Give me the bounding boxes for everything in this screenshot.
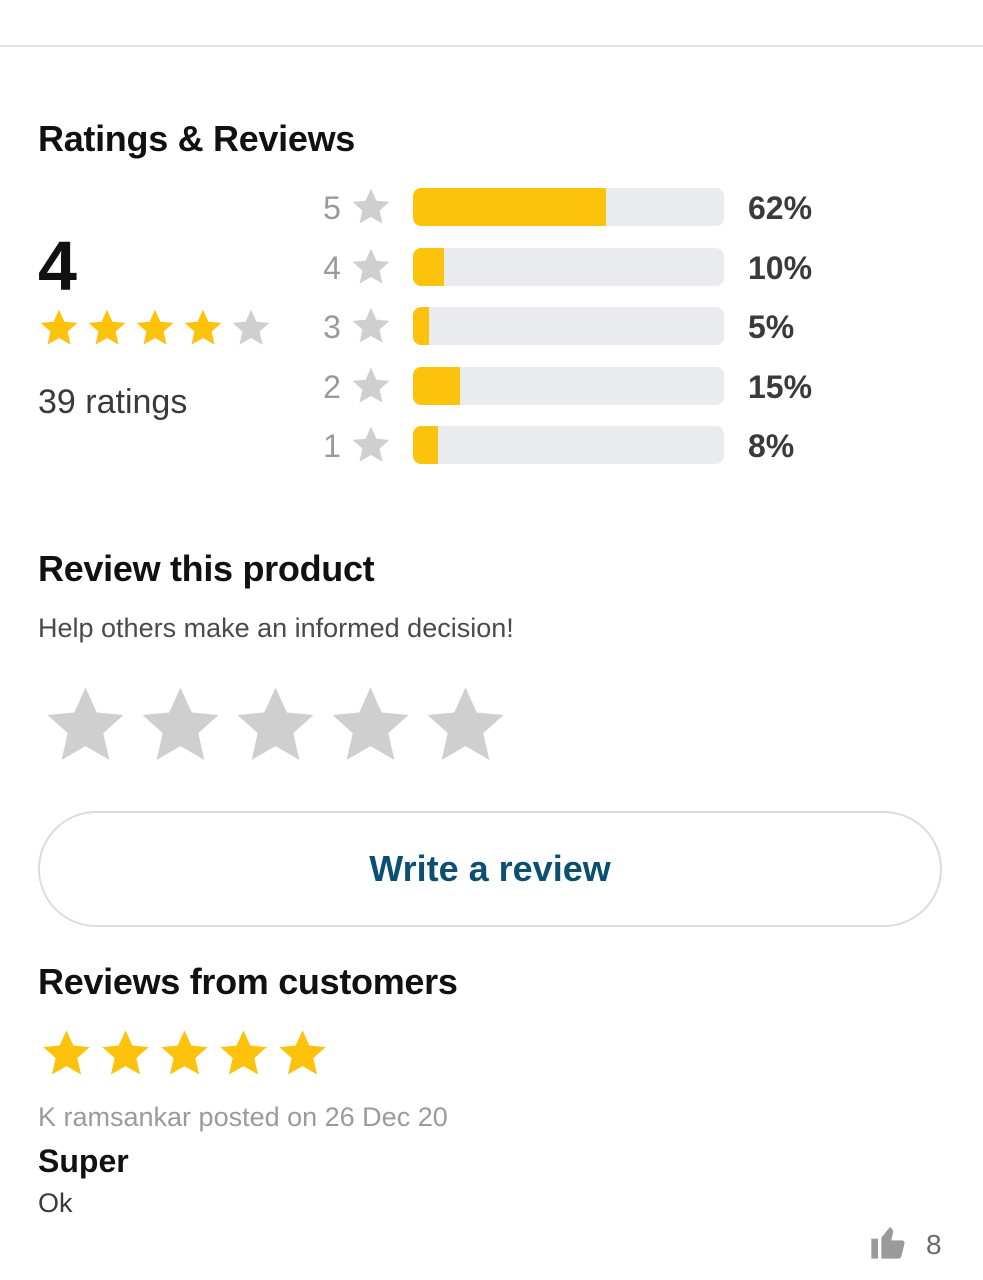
star-icon <box>182 307 224 349</box>
rating-bar-star-number: 4 <box>323 249 341 286</box>
star-icon <box>276 1027 329 1080</box>
rating-bar-track <box>413 426 724 464</box>
star-icon <box>38 307 80 349</box>
star-icon[interactable] <box>232 682 319 769</box>
thumbs-up-icon <box>868 1222 908 1267</box>
review-body: Ok <box>38 1188 73 1218</box>
star-icon <box>158 1027 211 1080</box>
rating-bar-row[interactable]: 2 15% <box>320 365 840 425</box>
star-icon[interactable] <box>137 682 224 769</box>
rating-bar-star-number: 2 <box>323 368 341 405</box>
rating-bar-percent: 8% <box>748 428 795 464</box>
helpful-button[interactable]: 8 <box>868 1222 942 1267</box>
rating-bar-star-number: 3 <box>323 309 341 345</box>
rating-bar-row[interactable]: 1 8% <box>320 424 840 484</box>
star-icon <box>350 305 392 347</box>
rating-bar-track <box>413 366 724 405</box>
ratings-count: 39 ratings <box>38 383 188 421</box>
star-icon <box>350 365 392 407</box>
rating-bar-percent: 5% <box>748 309 795 345</box>
star-icon <box>350 424 392 466</box>
star-icon <box>350 186 392 228</box>
ratings-reviews-title: Ratings & Reviews <box>38 118 356 159</box>
star-icon <box>230 307 272 349</box>
write-review-button[interactable]: Write a review <box>38 811 942 927</box>
rating-bar-track <box>413 247 724 286</box>
star-icon[interactable] <box>42 682 129 769</box>
star-icon[interactable] <box>422 682 509 769</box>
review-author-date: K ramsankar posted on 26 Dec 20 <box>38 1102 448 1132</box>
star-icon[interactable] <box>327 682 414 769</box>
rating-bar-percent: 10% <box>748 249 813 286</box>
review-rating-stars <box>40 1027 329 1080</box>
top-divider <box>0 45 983 47</box>
rating-bar-row[interactable]: 3 5% <box>320 305 840 365</box>
review-product-title: Review this product <box>38 548 375 589</box>
review-product-subtitle: Help others make an informed decision! <box>38 613 514 643</box>
review-title: Super <box>38 1143 129 1179</box>
rating-bar-track <box>413 188 724 226</box>
star-icon <box>99 1027 152 1080</box>
rating-bar-fill <box>413 366 460 405</box>
star-rating-input[interactable] <box>42 682 509 769</box>
rating-bar-percent: 15% <box>748 368 813 405</box>
rating-bar-row[interactable]: 5 62% <box>320 186 840 246</box>
star-icon <box>86 307 128 349</box>
rating-bar-track <box>413 307 724 345</box>
helpful-count: 8 <box>926 1228 942 1260</box>
star-icon <box>40 1027 93 1080</box>
customer-reviews-title: Reviews from customers <box>38 961 458 1002</box>
star-icon <box>350 246 392 288</box>
rating-bar-row[interactable]: 4 10% <box>320 246 840 306</box>
rating-bar-percent: 62% <box>748 190 813 226</box>
rating-breakdown: 5 62% 4 10% 3 5% 2 15% 1 8% <box>320 186 840 484</box>
star-icon <box>134 307 176 349</box>
rating-bar-star-number: 1 <box>323 428 341 464</box>
rating-bar-star-number: 5 <box>323 190 341 226</box>
rating-bar-fill <box>413 188 606 226</box>
star-icon <box>217 1027 270 1080</box>
rating-bar-fill <box>413 307 429 345</box>
rating-bar-fill <box>413 426 438 464</box>
average-rating-value: 4 <box>38 227 77 305</box>
average-rating-stars <box>38 307 272 349</box>
rating-bar-fill <box>413 247 445 286</box>
